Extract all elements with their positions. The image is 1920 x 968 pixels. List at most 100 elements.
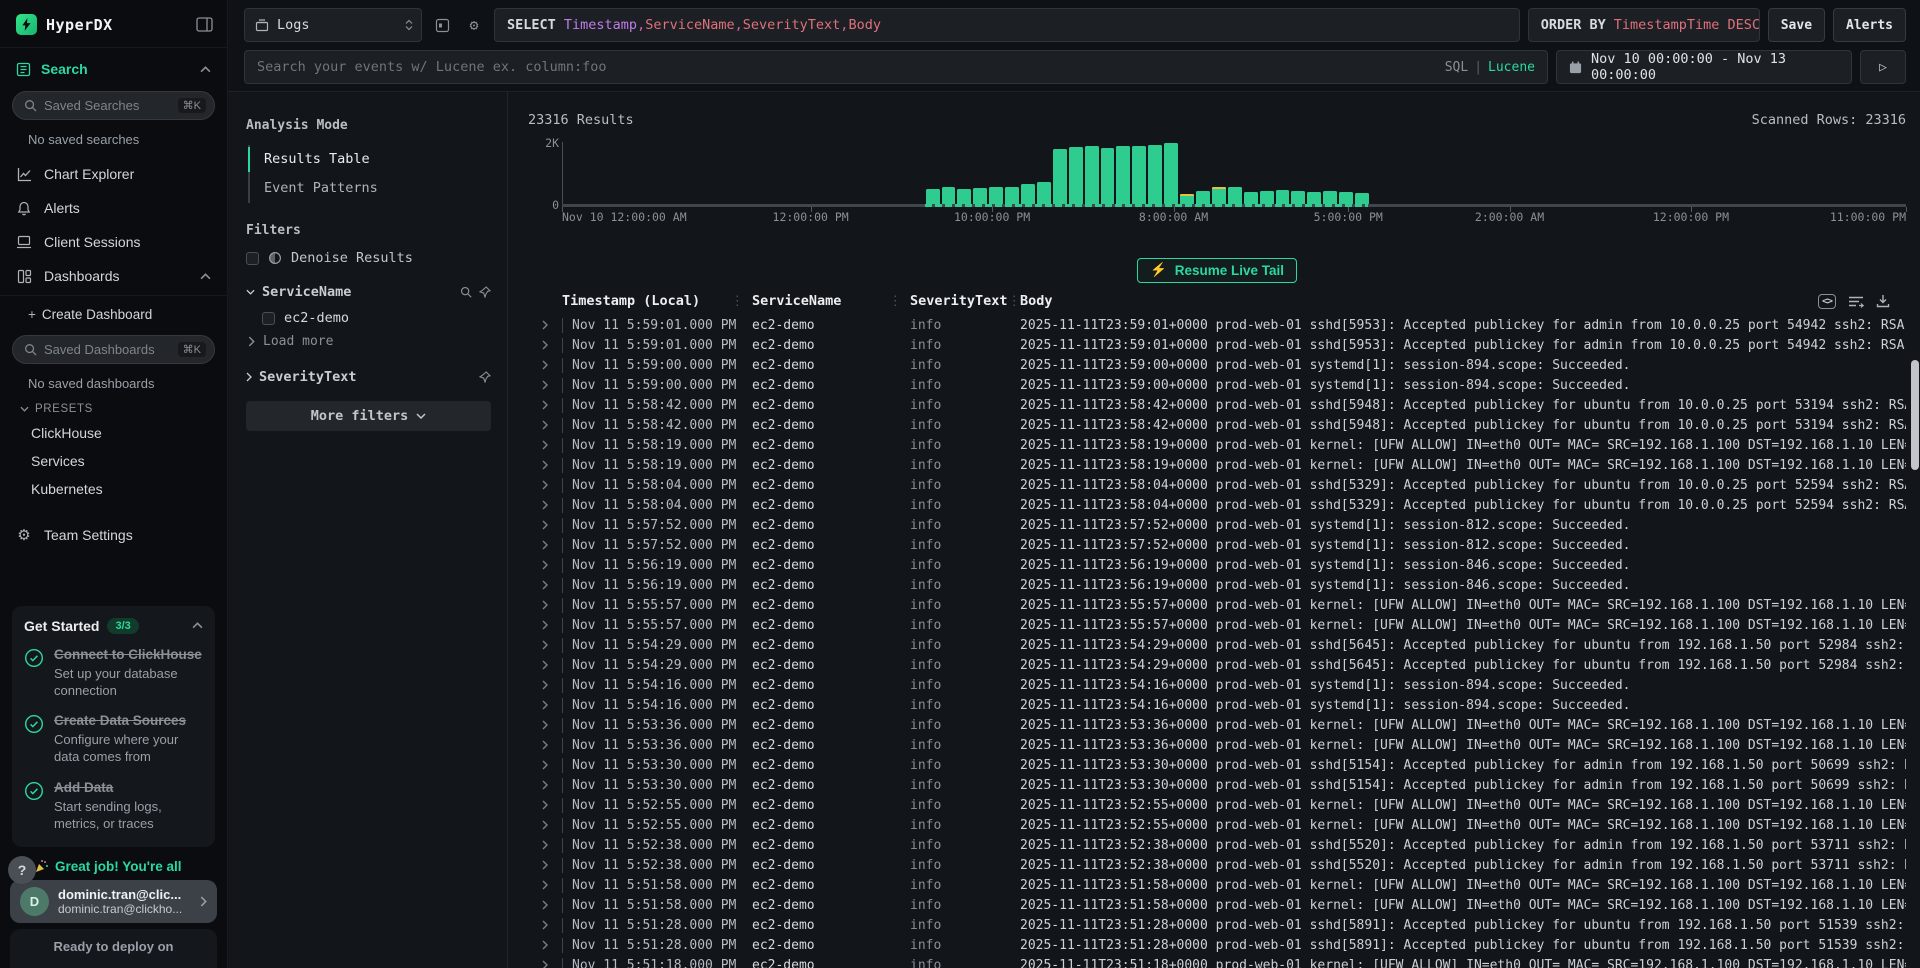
table-row[interactable]: Nov 11 5:51:28.000 PMec2-demoinfo2025-11…: [528, 935, 1906, 955]
chevron-up-icon[interactable]: [192, 622, 203, 629]
table-row[interactable]: Nov 11 5:58:42.000 PMec2-demoinfo2025-11…: [528, 395, 1906, 415]
sidebar-item-chart-explorer[interactable]: Chart Explorer: [0, 157, 227, 191]
mode-event-patterns[interactable]: Event Patterns: [250, 174, 491, 203]
table-row[interactable]: Nov 11 5:56:19.000 PMec2-demoinfo2025-11…: [528, 575, 1906, 595]
table-row[interactable]: Nov 11 5:58:42.000 PMec2-demoinfo2025-11…: [528, 415, 1906, 435]
saved-dashboards-input[interactable]: Saved Dashboards ⌘K: [12, 335, 215, 364]
row-expand-chevron[interactable]: [528, 340, 562, 350]
magnifier-icon[interactable]: [460, 286, 472, 298]
table-row[interactable]: Nov 11 5:54:29.000 PMec2-demoinfo2025-11…: [528, 635, 1906, 655]
table-row[interactable]: Nov 11 5:54:16.000 PMec2-demoinfo2025-11…: [528, 695, 1906, 715]
sidebar-collapse-icon[interactable]: [196, 17, 213, 32]
pin-icon[interactable]: [479, 286, 491, 298]
histogram-bar[interactable]: [1276, 190, 1290, 204]
row-expand-chevron[interactable]: [528, 640, 562, 650]
download-icon[interactable]: [1876, 294, 1890, 308]
histogram-bar[interactable]: [1053, 149, 1067, 204]
get-started-step[interactable]: Add Data Start sending logs, metrics, or…: [24, 779, 203, 833]
search-input[interactable]: [257, 59, 1435, 75]
histogram-bar[interactable]: [1323, 191, 1337, 204]
pin-icon[interactable]: [479, 371, 491, 383]
row-expand-chevron[interactable]: [528, 900, 562, 910]
histogram-bar[interactable]: [1196, 191, 1210, 204]
row-expand-chevron[interactable]: [528, 380, 562, 390]
row-expand-chevron[interactable]: [528, 600, 562, 610]
more-filters-button[interactable]: More filters: [246, 401, 491, 431]
presets-toggle[interactable]: PRESETS: [0, 393, 227, 419]
row-expand-chevron[interactable]: [528, 320, 562, 330]
resume-live-tail-button[interactable]: ⚡ Resume Live Tail: [1137, 258, 1297, 283]
table-row[interactable]: Nov 11 5:56:19.000 PMec2-demoinfo2025-11…: [528, 555, 1906, 575]
histogram-plot[interactable]: 2K 0: [562, 142, 1906, 204]
histogram-bar[interactable]: [1069, 147, 1083, 204]
sidebar-item-client-sessions[interactable]: Client Sessions: [0, 225, 227, 259]
mode-results-table[interactable]: Results Table: [250, 145, 491, 174]
table-row[interactable]: Nov 11 5:58:19.000 PMec2-demoinfo2025-11…: [528, 455, 1906, 475]
sidebar-item-alerts[interactable]: Alerts: [0, 191, 227, 225]
table-row[interactable]: Nov 11 5:57:52.000 PMec2-demoinfo2025-11…: [528, 535, 1906, 555]
col-servicename[interactable]: ServiceName: [752, 293, 841, 309]
preset-kubernetes[interactable]: Kubernetes: [0, 475, 227, 503]
row-expand-chevron[interactable]: [528, 800, 562, 810]
table-row[interactable]: Nov 11 5:51:58.000 PMec2-demoinfo2025-11…: [528, 895, 1906, 915]
sidebar-item-search[interactable]: Search: [0, 48, 227, 87]
table-row[interactable]: Nov 11 5:54:16.000 PMec2-demoinfo2025-11…: [528, 675, 1906, 695]
histogram-bar[interactable]: [942, 187, 956, 204]
table-row[interactable]: Nov 11 5:58:19.000 PMec2-demoinfo2025-11…: [528, 435, 1906, 455]
save-button[interactable]: Save: [1768, 8, 1825, 42]
col-timestamp[interactable]: Timestamp (Local): [562, 293, 700, 309]
split-panel-icon[interactable]: [430, 8, 454, 42]
histogram-bar[interactable]: [1116, 146, 1130, 204]
histogram-bar[interactable]: [926, 189, 940, 204]
service-ec2-demo-checkbox[interactable]: [262, 312, 275, 325]
preset-clickhouse[interactable]: ClickHouse: [0, 419, 227, 447]
table-row[interactable]: Nov 11 5:52:38.000 PMec2-demoinfo2025-11…: [528, 855, 1906, 875]
time-range-picker[interactable]: Nov 10 00:00:00 - Nov 13 00:00:00: [1556, 50, 1852, 84]
row-expand-chevron[interactable]: [528, 780, 562, 790]
row-expand-chevron[interactable]: [528, 480, 562, 490]
row-expand-chevron[interactable]: [528, 720, 562, 730]
histogram-bar[interactable]: [973, 188, 987, 204]
table-row[interactable]: Nov 11 5:58:04.000 PMec2-demoinfo2025-11…: [528, 475, 1906, 495]
histogram-bar[interactable]: [957, 189, 971, 205]
row-expand-chevron[interactable]: [528, 820, 562, 830]
source-select[interactable]: Logs: [244, 8, 422, 42]
row-expand-chevron[interactable]: [528, 420, 562, 430]
row-expand-chevron[interactable]: [528, 680, 562, 690]
histogram-bar[interactable]: [1021, 184, 1035, 204]
load-more-button[interactable]: Load more: [246, 330, 491, 351]
deploy-note[interactable]: Ready to deploy on: [10, 929, 217, 968]
row-expand-chevron[interactable]: [528, 440, 562, 450]
row-expand-chevron[interactable]: [528, 560, 562, 570]
get-started-step[interactable]: Connect to ClickHouse Set up your databa…: [24, 646, 203, 700]
table-row[interactable]: Nov 11 5:59:01.000 PMec2-demoinfo2025-11…: [528, 335, 1906, 355]
table-row[interactable]: Nov 11 5:53:36.000 PMec2-demoinfo2025-11…: [528, 735, 1906, 755]
table-row[interactable]: Nov 11 5:53:30.000 PMec2-demoinfo2025-11…: [528, 755, 1906, 775]
table-row[interactable]: Nov 11 5:51:18.000 PMec2-demoinfo2025-11…: [528, 955, 1906, 968]
table-row[interactable]: Nov 11 5:58:04.000 PMec2-demoinfo2025-11…: [528, 495, 1906, 515]
table-row[interactable]: Nov 11 5:59:00.000 PMec2-demoinfo2025-11…: [528, 375, 1906, 395]
histogram-bar[interactable]: [989, 187, 1003, 204]
filter-group-servicename[interactable]: ServiceName: [246, 284, 491, 300]
histogram-bar[interactable]: [1005, 187, 1019, 204]
row-expand-chevron[interactable]: [528, 700, 562, 710]
row-expand-chevron[interactable]: [528, 740, 562, 750]
column-resize-handle[interactable]: ⋮: [731, 293, 753, 309]
table-row[interactable]: Nov 11 5:52:38.000 PMec2-demoinfo2025-11…: [528, 835, 1906, 855]
select-query-input[interactable]: SELECT Timestamp,ServiceName,SeverityTex…: [494, 8, 1520, 42]
create-dashboard-button[interactable]: + Create Dashboard: [0, 298, 227, 331]
row-expand-chevron[interactable]: [528, 620, 562, 630]
filter-group-severitytext[interactable]: SeverityText: [246, 369, 491, 385]
row-expand-chevron[interactable]: [528, 960, 562, 968]
row-expand-chevron[interactable]: [528, 920, 562, 930]
denoise-checkbox[interactable]: [246, 252, 259, 265]
col-body[interactable]: Body: [1020, 293, 1053, 309]
event-search-bar[interactable]: SQL | Lucene: [244, 50, 1548, 84]
table-row[interactable]: Nov 11 5:59:00.000 PMec2-demoinfo2025-11…: [528, 355, 1906, 375]
histogram-bar[interactable]: [1085, 146, 1099, 204]
table-row[interactable]: Nov 11 5:53:36.000 PMec2-demoinfo2025-11…: [528, 715, 1906, 735]
lucene-mode-toggle[interactable]: Lucene: [1488, 60, 1535, 75]
histogram-bar[interactable]: [1339, 192, 1353, 204]
row-expand-chevron[interactable]: [528, 360, 562, 370]
user-menu[interactable]: D dominic.tran@clic... dominic.tran@clic…: [10, 880, 217, 923]
